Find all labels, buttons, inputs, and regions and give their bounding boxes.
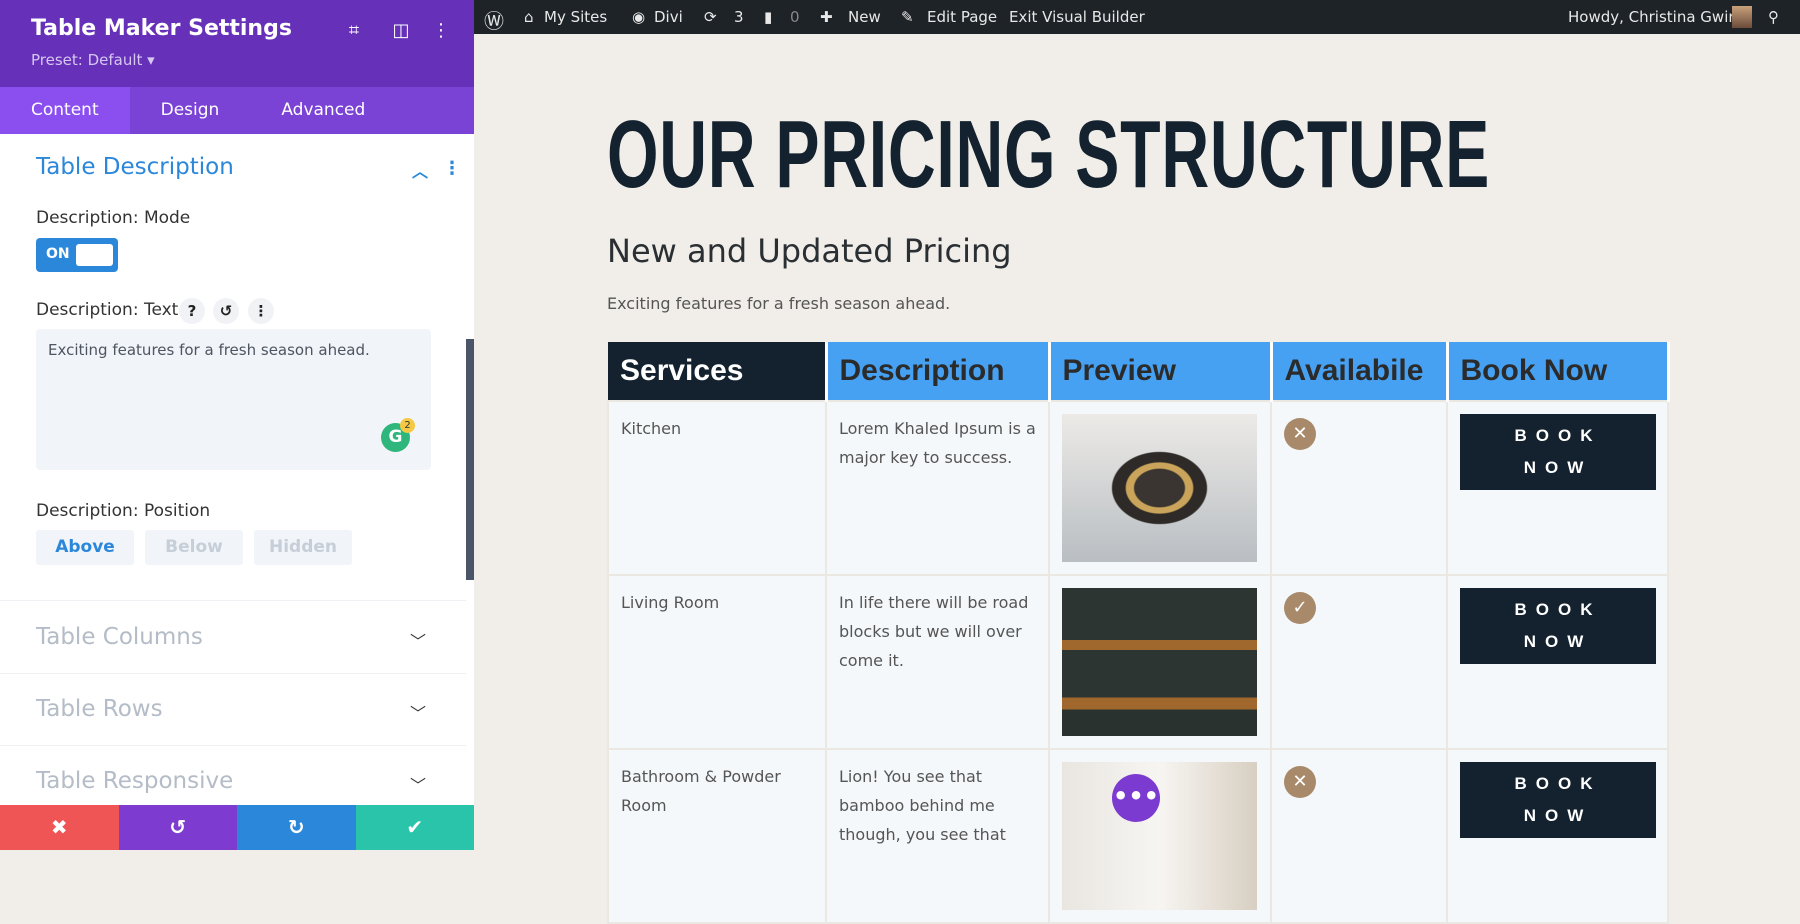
comments-count[interactable]: 0 [790,8,800,26]
chevron-down-icon[interactable]: ﹀ [410,772,426,796]
redo-button[interactable]: ↻ [237,805,356,850]
description-mode-toggle[interactable]: ON [36,238,118,272]
chevron-up-icon[interactable]: ︿ [412,158,428,182]
unavailable-x-icon: ✕ [1284,766,1316,798]
position-label: Description: Position [36,501,211,521]
book-now-button[interactable]: BOOK NOW [1460,588,1656,664]
preset-dropdown[interactable]: Preset: Default ▾ [31,51,155,69]
field-menu-icon[interactable]: ⋮ [248,298,274,324]
help-icon[interactable]: ? [179,298,205,324]
panel-title: Table Maker Settings [31,16,292,41]
tab-design[interactable]: Design [130,87,251,134]
table-description: Exciting features for a fresh season ahe… [607,294,951,313]
table-header-row: Services Description Preview Availabile … [608,342,1670,401]
pencil-icon: ✎ [901,8,914,26]
available-cell: ✕ [1270,400,1448,576]
panel-header: Table Maker Settings Preset: Default ▾ ⌗… [0,0,474,87]
available-cell: ✕ [1270,748,1448,924]
bathroom-image [1062,762,1257,910]
my-sites-icon: ⌂ [524,8,534,26]
pricing-table: Services Description Preview Availabile … [607,342,1670,924]
position-below-button[interactable]: Below [145,530,243,565]
grammarly-badge: 2 [400,418,415,433]
panel-action-bar: ✖ ↺ ↻ ✔ [0,805,474,850]
service-cell: Bathroom & Powder Room [607,748,827,924]
book-now-button[interactable]: BOOK NOW [1460,414,1656,490]
sidebar-layout-icon[interactable]: ◫ [389,20,413,41]
exit-visual-builder-link[interactable]: Exit Visual Builder [1009,8,1145,26]
column-header: Services [608,342,828,401]
position-above-button[interactable]: Above [36,530,134,565]
table-row: Living Room In life there will be road b… [607,574,1669,750]
column-header: Book Now [1447,342,1670,401]
service-cell: Living Room [607,574,827,750]
updates-icon: ⟳ [704,8,717,26]
shelves-image [1062,588,1257,736]
divider [0,745,466,746]
reset-icon[interactable]: ↺ [213,298,239,324]
builder-menu-button[interactable]: ••• [1112,774,1160,822]
toggle-knob [76,244,113,266]
settings-panel: Table Maker Settings Preset: Default ▾ ⌗… [0,0,474,850]
section-menu-icon[interactable]: ⋮ [443,158,461,179]
table-row: Kitchen Lorem Khaled Ipsum is a major ke… [607,400,1669,576]
section-table-columns[interactable]: Table Columns [36,624,203,650]
book-cell: BOOK NOW [1446,748,1669,924]
panel-tabs: Content Design Advanced [0,87,474,134]
page-subheading: New and Updated Pricing [607,232,1012,270]
preview-cell [1048,574,1272,750]
divi-icon: ◉ [632,8,646,26]
available-cell: ✓ [1270,574,1448,750]
search-icon[interactable]: ⚲ [1768,8,1779,26]
book-cell: BOOK NOW [1446,574,1669,750]
wp-admin-bar: Ⓦ ⌂ My Sites ◉ Divi ⟳ 3 ▮ 0 ✚ New ✎ Edit… [474,0,1800,34]
column-header: Preview [1049,342,1273,401]
tab-advanced[interactable]: Advanced [250,87,396,134]
tab-content[interactable]: Content [0,87,130,134]
divider [0,673,466,674]
discard-button[interactable]: ✖ [0,805,119,850]
howdy-user[interactable]: Howdy, Christina Gwira [1568,8,1744,26]
section-table-description[interactable]: Table Description [36,154,234,180]
description-cell: Lorem Khaled Ipsum is a major key to suc… [825,400,1050,576]
divider [0,600,466,601]
column-header: Description [826,342,1051,401]
panel-scrollbar[interactable] [466,339,474,580]
wordpress-logo-icon[interactable]: Ⓦ [484,5,504,34]
my-sites-link[interactable]: My Sites [544,8,607,26]
plus-icon: ✚ [820,8,833,26]
toggle-label: ON [46,246,70,262]
preview-cell [1048,400,1272,576]
position-hidden-button[interactable]: Hidden [254,530,352,565]
chevron-down-icon[interactable]: ﹀ [410,628,426,652]
edit-page-link[interactable]: Edit Page [927,8,997,26]
new-link[interactable]: New [848,8,881,26]
column-header: Availabile [1271,342,1449,401]
updates-count[interactable]: 3 [734,8,744,26]
available-check-icon: ✓ [1284,592,1316,624]
mode-label: Description: Mode [36,208,191,228]
chevron-down-icon[interactable]: ﹀ [410,700,426,724]
service-cell: Kitchen [607,400,827,576]
description-text-input[interactable]: Exciting features for a fresh season ahe… [36,329,431,470]
book-now-button[interactable]: BOOK NOW [1460,762,1656,838]
unavailable-x-icon: ✕ [1284,418,1316,450]
focus-icon[interactable]: ⌗ [342,20,366,41]
section-table-rows[interactable]: Table Rows [36,696,163,722]
undo-button[interactable]: ↺ [118,805,237,850]
book-cell: BOOK NOW [1446,400,1669,576]
description-cell: Lion! You see that bamboo behind me thou… [825,748,1050,924]
save-button[interactable]: ✔ [355,805,474,850]
user-avatar[interactable] [1732,6,1752,28]
preview-cell [1048,748,1272,924]
more-options-icon[interactable]: ⋮ [429,20,453,41]
page-heading: OUR PRICING STRUCTURE [607,101,1490,208]
chandelier-image [1062,414,1257,562]
text-label: Description: Text [36,300,179,320]
section-table-responsive[interactable]: Table Responsive [36,768,233,794]
description-cell: In life there will be road blocks but we… [825,574,1050,750]
divi-link[interactable]: Divi [654,8,683,26]
comments-icon: ▮ [764,8,773,26]
